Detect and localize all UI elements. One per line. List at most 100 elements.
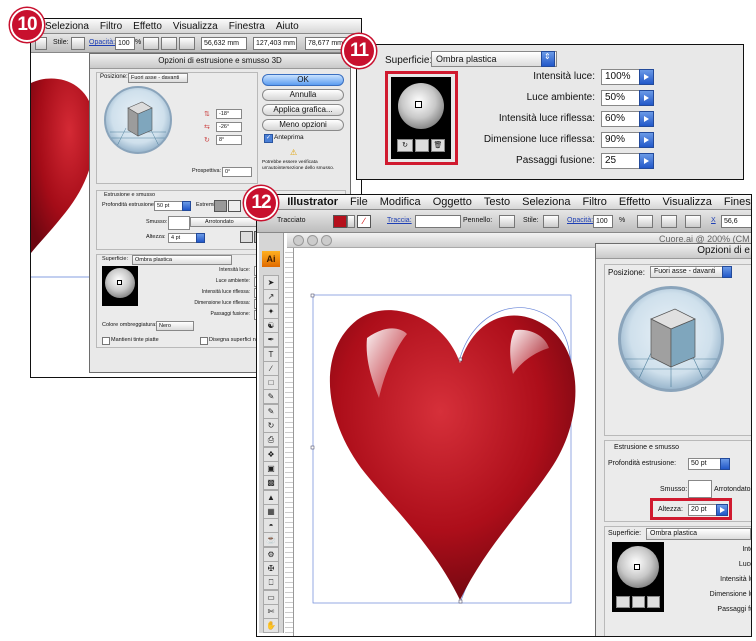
anchor-top[interactable] [458, 357, 463, 362]
preserve-spot-checkbox[interactable] [102, 337, 110, 345]
style-swatch[interactable] [71, 37, 85, 50]
tool-button[interactable]: ↗ [263, 289, 279, 305]
opacity-link[interactable]: Opacità: [567, 215, 593, 226]
tool-button[interactable]: ▭ [263, 589, 279, 605]
tool-button[interactable]: ✒ [263, 332, 279, 348]
artboard-canvas[interactable] [285, 248, 595, 636]
height-field[interactable]: 4 pt [168, 233, 198, 243]
light-preview[interactable] [612, 542, 664, 612]
style-swatch[interactable] [543, 215, 559, 228]
menu-item-aiuto[interactable]: Aiuto [276, 21, 299, 32]
height-stepper[interactable] [196, 233, 205, 243]
y-field[interactable]: 127,403 mm [253, 37, 297, 50]
stroke-link[interactable]: Traccia: [387, 215, 412, 226]
surface-row-stepper[interactable] [639, 132, 654, 148]
menu-item-testo[interactable]: Testo [484, 196, 510, 208]
position-popup-arrow[interactable] [722, 266, 732, 278]
extrude-depth-field[interactable]: 50 pt [154, 201, 184, 211]
preview-checkbox[interactable]: ✓ [264, 134, 273, 143]
shade-color-popup[interactable]: Nero [156, 321, 194, 331]
transform-button[interactable] [661, 215, 677, 228]
extrude-depth-stepper[interactable] [720, 458, 730, 470]
stroke-swatch[interactable]: ∕ [357, 215, 371, 228]
menu-item-file[interactable]: File [350, 196, 368, 208]
menu-item-illustrator[interactable]: Illustrator [287, 196, 338, 208]
angle-y-field[interactable]: -26° [216, 122, 242, 132]
tool-button[interactable]: ⎕ [263, 575, 279, 591]
tool-button[interactable]: ◓ [263, 518, 279, 534]
anchor-left[interactable] [310, 445, 315, 450]
tool-button[interactable]: ☯ [263, 317, 279, 333]
opacity-field[interactable]: 100 [115, 37, 135, 50]
surface-row-field[interactable]: 50% [601, 90, 640, 106]
bevel-value[interactable]: Arrotondato [714, 486, 751, 493]
tool-button[interactable]: ⎙ [263, 432, 279, 448]
menu-item-seleziona[interactable]: Seleziona [45, 21, 89, 32]
fill-dropdown[interactable] [347, 215, 355, 228]
tool-button[interactable]: ✎ [263, 389, 279, 405]
align-button[interactable] [143, 37, 159, 50]
x-field[interactable]: 56,632 mm [201, 37, 247, 50]
tool-button[interactable]: ▲ [263, 489, 279, 505]
reference-point-icon[interactable] [685, 215, 701, 228]
tool-button[interactable]: ➤ [263, 275, 279, 290]
cancel-button[interactable]: Annulla [262, 89, 344, 101]
reference-point-icon[interactable] [179, 37, 195, 50]
move-light-back-icon[interactable] [616, 596, 630, 608]
position-popup[interactable]: Fuori asse - davanti [128, 73, 188, 83]
cap-on-button[interactable] [214, 200, 227, 212]
position-popup[interactable]: Fuori asse - davanti [650, 266, 731, 278]
tool-button[interactable]: ☕ [263, 532, 279, 548]
extrude-depth-stepper[interactable] [182, 201, 191, 211]
tool-button[interactable]: ⚙ [263, 546, 279, 562]
tool-button[interactable]: ▦ [263, 503, 279, 519]
surface-row-stepper[interactable] [639, 153, 654, 169]
tool-button[interactable]: ∕ [263, 360, 279, 376]
perspective-field[interactable]: 0° [222, 167, 252, 177]
w-field[interactable]: 78,677 mm [305, 37, 347, 50]
surface-row-field[interactable]: 25 [601, 153, 640, 169]
surface-row-field[interactable]: 90% [601, 132, 640, 148]
menu-item-effetto[interactable]: Effetto [133, 21, 162, 32]
menu-item-visualizza[interactable]: Visualizza [173, 21, 218, 32]
rotation-trackball[interactable] [618, 286, 724, 392]
surface-row-stepper[interactable] [639, 90, 654, 106]
surface-popup[interactable]: Ombra plastica [431, 51, 557, 67]
fill-swatch[interactable] [333, 215, 347, 228]
fewer-options-button[interactable]: Meno opzioni [262, 119, 344, 131]
menu-item-finestra[interactable]: Finestra [229, 21, 265, 32]
angle-x-field[interactable]: -18° [216, 109, 242, 119]
tool-button[interactable]: ▩ [263, 475, 279, 491]
tool-button[interactable]: ✦ [263, 303, 279, 319]
cap-off-button[interactable] [228, 200, 241, 212]
anchor-topleft[interactable] [310, 293, 315, 298]
heart-artwork[interactable] [295, 248, 595, 636]
angle-z-field[interactable]: 8° [216, 135, 242, 145]
rotation-trackball[interactable] [104, 86, 172, 154]
light-preview[interactable] [102, 266, 138, 306]
delete-light-icon[interactable] [647, 596, 660, 608]
opacity-field[interactable]: 100 [593, 215, 613, 228]
menu-item-finestra[interactable]: Finestra [724, 196, 751, 208]
close-window-icon[interactable] [293, 235, 304, 246]
tool-button[interactable]: ✋ [263, 618, 279, 634]
tool-button[interactable]: T [263, 346, 279, 362]
menu-item-seleziona[interactable]: Seleziona [522, 196, 570, 208]
align-button[interactable] [637, 215, 653, 228]
menu-item-filtro[interactable]: Filtro [100, 21, 122, 32]
zoom-window-icon[interactable] [321, 235, 332, 246]
tool-button[interactable]: □ [263, 375, 279, 391]
tool-button[interactable]: ❖ [263, 446, 279, 462]
new-light-icon[interactable] [632, 596, 645, 608]
transform-button[interactable] [161, 37, 177, 50]
light-point-icon[interactable] [634, 564, 640, 570]
surface-popup-arrow[interactable]: ⇕ [541, 51, 555, 67]
tool-button[interactable]: ✎ [263, 403, 279, 419]
opacity-link[interactable]: Opacità: [89, 37, 115, 48]
draw-hidden-checkbox[interactable] [200, 337, 208, 345]
minimize-window-icon[interactable] [307, 235, 318, 246]
fill-swatch[interactable] [35, 37, 47, 50]
surface-popup[interactable]: Ombra plastica [132, 255, 232, 265]
surface-popup[interactable]: Ombra plastica [646, 528, 751, 540]
bevel-out-button[interactable] [240, 231, 253, 243]
